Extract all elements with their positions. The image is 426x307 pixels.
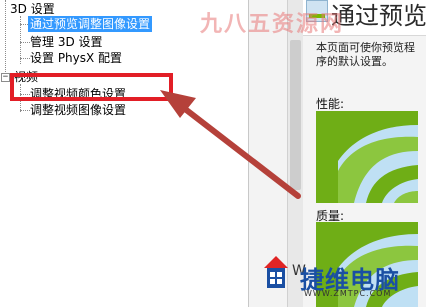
page-description: 本页面可使你预览程序的默认设置。 [316, 41, 415, 68]
tree-category-3d-settings[interactable]: 3D 设置 [8, 1, 57, 17]
tree-item-manage-3d-settings[interactable]: 管理 3D 设置 [28, 34, 105, 50]
collapse-icon[interactable]: − [1, 73, 10, 82]
scrollbar-thumb[interactable] [290, 40, 301, 190]
tree-line [5, 0, 6, 78]
tree-item-set-physx-configuration[interactable]: 设置 PhysX 配置 [28, 50, 124, 66]
performance-preview-image [316, 111, 418, 203]
house-logo-icon [264, 256, 288, 288]
tree-item-adjust-video-image[interactable]: 调整视频图像设置 [28, 102, 128, 118]
tree-item-adjust-image-with-preview[interactable]: 通过预览调整图像设置 [28, 16, 153, 32]
settings-tree: 3D 设置 通过预览调整图像设置 管理 3D 设置 设置 PhysX 配置 − … [0, 0, 248, 307]
page-title: 通过预览 [331, 2, 426, 30]
brand-url: WWW.ZMTPC.COM [304, 289, 392, 298]
red-highlight-box [10, 73, 173, 101]
nvidia-logo-render [316, 111, 418, 203]
watermark-text: 九八五资源网 [200, 12, 345, 37]
performance-label: 性能: [316, 97, 345, 111]
